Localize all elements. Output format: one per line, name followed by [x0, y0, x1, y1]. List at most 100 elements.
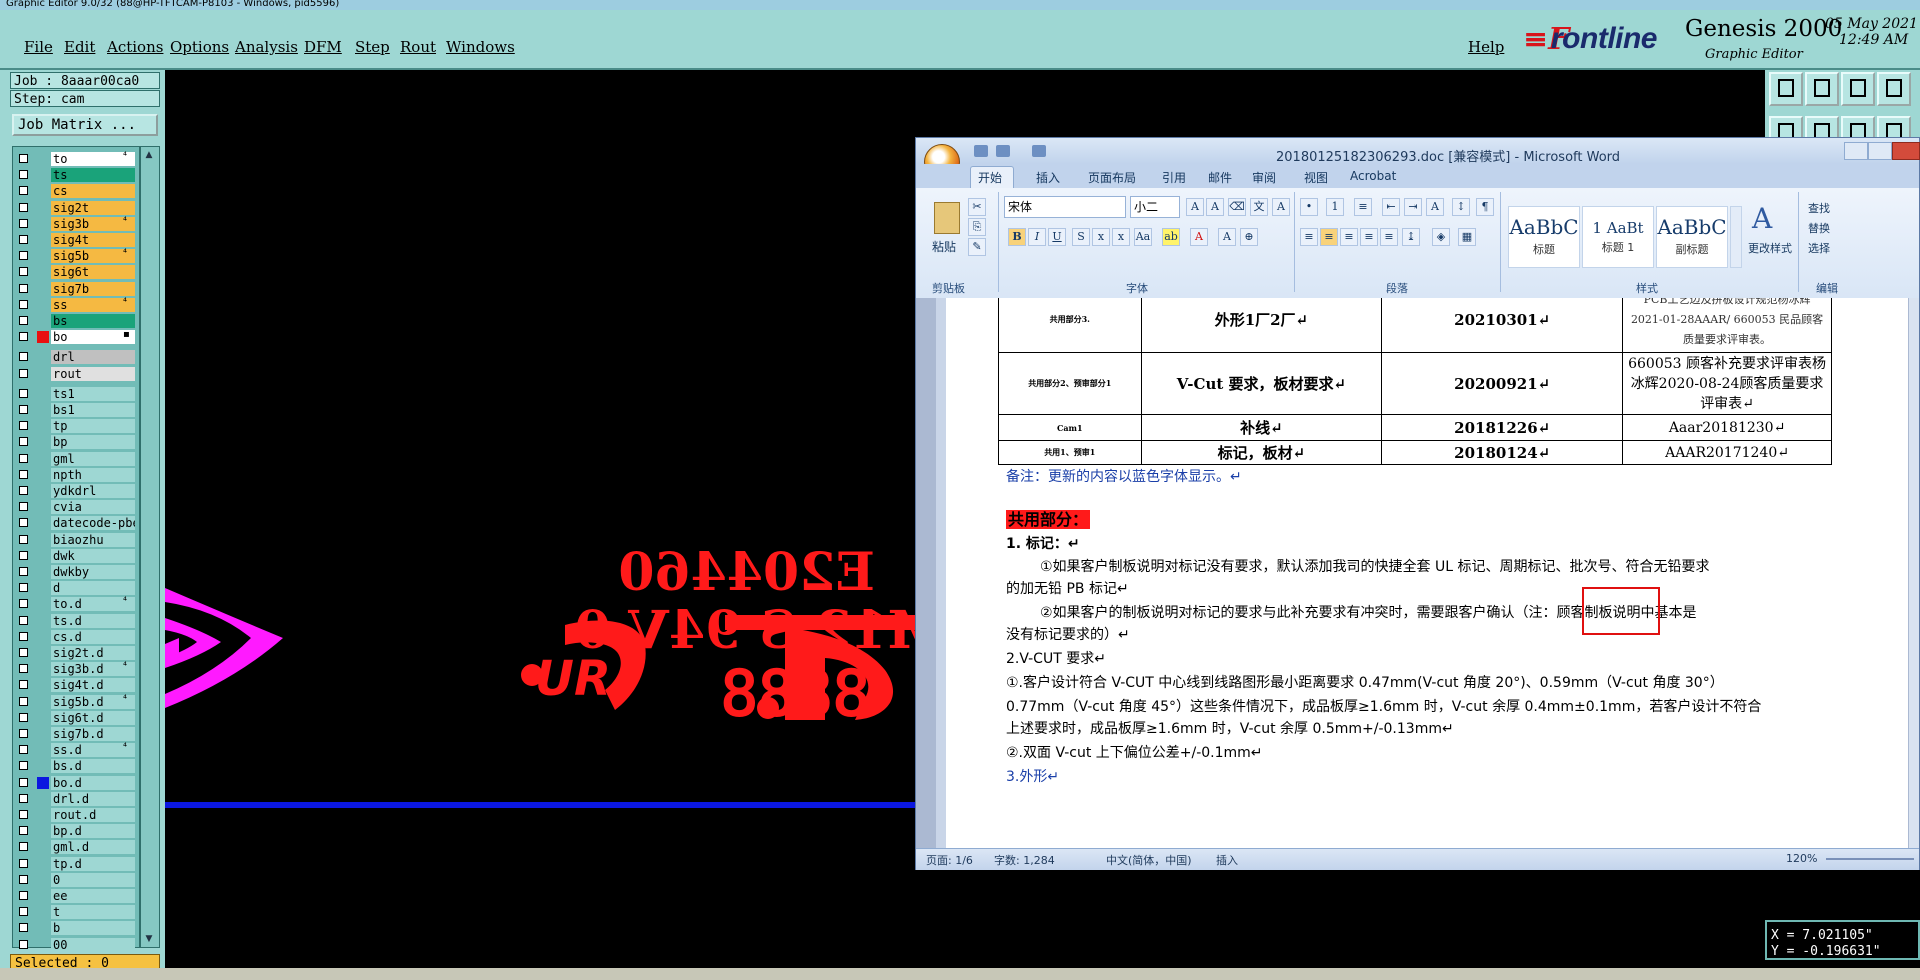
justify-icon[interactable]: ≡ [1360, 228, 1378, 246]
layer-checkbox[interactable] [19, 502, 28, 512]
tool-save-icon[interactable] [1805, 72, 1839, 106]
layer-row[interactable]: 00 [15, 937, 137, 953]
layer-checkbox[interactable] [19, 267, 28, 277]
menu-dfm[interactable]: DFM [304, 38, 342, 56]
layer-name[interactable]: sig2t [51, 200, 135, 215]
increase-indent-icon[interactable]: ⇥ [1404, 198, 1422, 216]
layer-name[interactable]: sig7b [51, 281, 135, 296]
copy-icon[interactable]: ⎘ [968, 218, 986, 236]
layer-row[interactable]: biaozhu [15, 532, 137, 548]
bold-icon[interactable]: B [1008, 228, 1026, 246]
layer-row[interactable]: bo ▪ [15, 329, 137, 345]
layer-name[interactable]: drl.d [51, 791, 135, 806]
char-shading-icon[interactable]: A [1218, 228, 1236, 246]
layer-name[interactable]: cs [51, 184, 135, 199]
tab-references[interactable]: 引用 [1162, 169, 1186, 186]
style-heading1[interactable]: 1 AaBt 标题 1 [1582, 206, 1654, 268]
decrease-indent-icon[interactable]: ⇤ [1382, 198, 1400, 216]
layer-name[interactable]: rout.d [51, 808, 135, 822]
layer-checkbox[interactable] [19, 599, 28, 609]
char-border-icon[interactable]: A [1272, 198, 1290, 216]
layer-checkbox[interactable] [19, 891, 28, 900]
layer-checkbox[interactable] [19, 939, 28, 949]
layer-checkbox[interactable] [19, 793, 28, 803]
layer-checkbox[interactable] [19, 316, 28, 325]
layer-row[interactable]: sig3b ⁴ [15, 216, 137, 232]
tab-layout[interactable]: 页面布局 [1088, 169, 1136, 186]
document-area[interactable]: 共用部分3. 外形1厂2厂↵ 20210301↵ PCB工艺边及拼板设计规范杨冰辉 2… [916, 298, 1919, 848]
menu-analysis[interactable]: Analysis [235, 38, 298, 56]
layer-name[interactable]: datecode-pbe [51, 516, 135, 531]
layer-name[interactable]: 0 [51, 872, 135, 887]
layer-checkbox[interactable] [19, 332, 28, 342]
layer-row[interactable]: cs [15, 183, 137, 199]
layer-row[interactable]: cs.d [15, 629, 137, 645]
layer-display-color[interactable] [37, 331, 49, 344]
layer-name[interactable]: biaozhu [51, 532, 135, 547]
zoom-level[interactable]: 120% [1786, 852, 1817, 865]
layer-row[interactable]: ts1 [15, 386, 137, 402]
layer-name[interactable]: b [51, 921, 135, 936]
shading-icon[interactable]: ◈ [1432, 228, 1450, 246]
layer-checkbox[interactable] [19, 534, 28, 544]
style-title[interactable]: AaBbC 标题 [1508, 206, 1580, 268]
menu-rout[interactable]: Rout [400, 38, 436, 56]
layer-row[interactable]: gml [15, 451, 137, 467]
menu-actions[interactable]: Actions [107, 38, 163, 56]
layer-checkbox[interactable] [19, 567, 28, 576]
layer-name[interactable]: dwkby [51, 565, 135, 579]
layer-name[interactable]: sig6t.d [51, 710, 135, 725]
layer-row[interactable]: to ⁴ [15, 151, 137, 167]
layer-checkbox[interactable] [19, 186, 28, 196]
menu-windows[interactable]: Windows [446, 38, 515, 56]
layer-row[interactable]: t [15, 904, 137, 920]
layer-row[interactable]: to.d ⁴ [15, 596, 137, 612]
layer-row[interactable]: bs.d [15, 758, 137, 774]
layer-checkbox[interactable] [19, 712, 28, 722]
job-matrix-button[interactable]: Job Matrix ... [12, 114, 158, 136]
superscript-icon[interactable]: x [1112, 228, 1130, 246]
layer-checkbox[interactable] [19, 170, 28, 180]
layer-row[interactable]: cvia [15, 499, 137, 515]
distribute-icon[interactable]: ≡ [1380, 228, 1398, 246]
layer-row[interactable]: drl.d [15, 791, 137, 807]
status-page[interactable]: 页面: 1/6 [926, 852, 973, 868]
grow-font-icon[interactable]: A [1186, 198, 1204, 216]
layer-name[interactable]: sig4t [51, 233, 135, 247]
minimize-icon[interactable] [1844, 142, 1868, 160]
layer-checkbox[interactable] [19, 368, 28, 378]
layer-checkbox[interactable] [19, 842, 28, 852]
layer-name[interactable]: bs.d [51, 759, 135, 774]
enclose-char-icon[interactable]: ⊕ [1240, 228, 1258, 246]
layer-checkbox[interactable] [19, 405, 28, 414]
layer-row[interactable]: tp [15, 418, 137, 434]
layer-name[interactable]: ydkdrl [51, 484, 135, 498]
layer-row[interactable]: sig4t [15, 232, 137, 248]
close-icon[interactable] [1892, 142, 1920, 160]
select-button[interactable]: 选择 [1808, 240, 1830, 256]
qat-redo-icon[interactable] [1032, 145, 1046, 157]
layer-name[interactable]: ts1 [51, 386, 135, 401]
layer-row[interactable]: bp [15, 434, 137, 450]
tool-home-icon[interactable] [1841, 72, 1875, 106]
change-case-icon[interactable]: Aa [1134, 228, 1152, 246]
layer-checkbox[interactable] [19, 202, 28, 212]
layer-checkbox[interactable] [19, 729, 28, 738]
layer-checkbox[interactable] [19, 826, 28, 836]
tab-review[interactable]: 审阅 [1252, 169, 1276, 186]
shrink-font-icon[interactable]: A [1206, 198, 1224, 216]
borders-icon[interactable]: ▦ [1458, 228, 1476, 246]
tab-insert[interactable]: 插入 [1036, 169, 1060, 186]
layer-checkbox[interactable] [19, 923, 28, 933]
line-spacing-icon[interactable]: ↨ [1402, 228, 1420, 246]
layer-row[interactable]: b [15, 920, 137, 936]
layer-checkbox[interactable] [19, 550, 28, 560]
qat-undo-icon[interactable] [996, 145, 1010, 157]
underline-icon[interactable]: U [1048, 228, 1066, 246]
tab-home[interactable]: 开始 [978, 169, 1002, 186]
layer-row[interactable]: sig6t.d [15, 710, 137, 726]
layer-checkbox[interactable] [19, 388, 28, 398]
layer-row[interactable]: sig5b ⁴ [15, 248, 137, 264]
layer-row[interactable]: ts.d [15, 613, 137, 629]
layer-checkbox[interactable] [19, 874, 28, 884]
